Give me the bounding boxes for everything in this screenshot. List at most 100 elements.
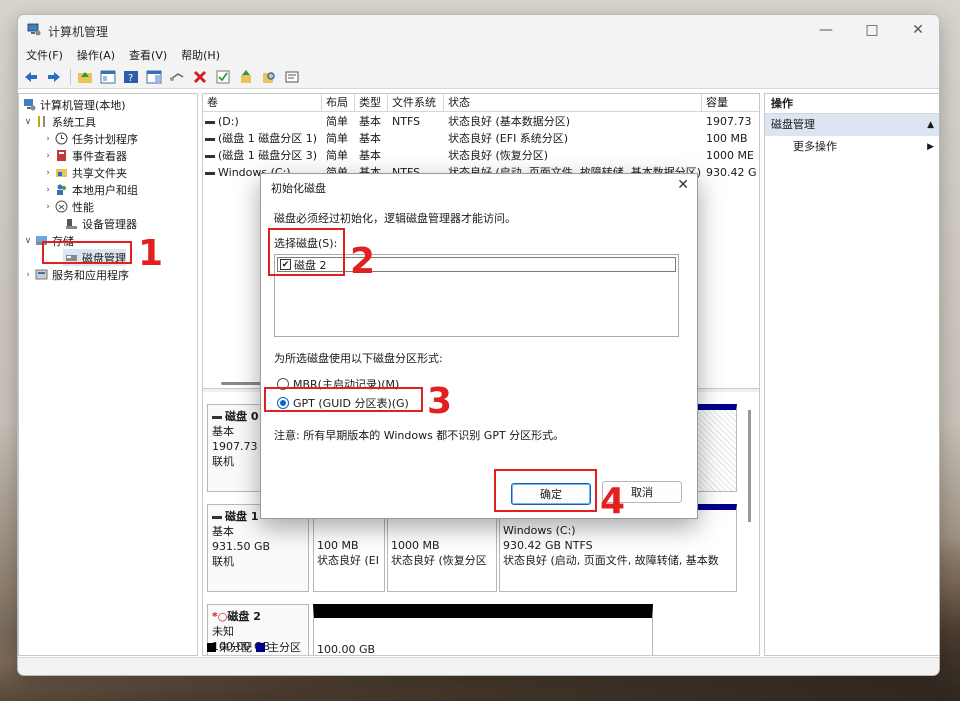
tree-item-system-tools[interactable]: ∨ 系统工具: [23, 113, 96, 130]
more-actions-item[interactable]: 更多操作 ▶: [765, 136, 939, 158]
window-title: 计算机管理: [48, 25, 109, 39]
partition-status: 状态良好 (恢复分区: [391, 554, 487, 567]
table-cell: 1907.73: [706, 115, 752, 128]
tree-item-device-manager[interactable]: 设备管理器: [63, 215, 137, 232]
column-header-layout[interactable]: 布局: [322, 94, 355, 112]
back-arrow-icon[interactable]: [22, 68, 40, 86]
toolbar-separator: [70, 68, 71, 85]
close-icon[interactable]: ✕: [677, 177, 689, 193]
search-icon[interactable]: [260, 68, 278, 86]
tree-label-event-viewer: 事件查看器: [72, 149, 127, 163]
partition-status: 状态良好 (启动, 页面文件, 故障转储, 基本数: [503, 554, 719, 567]
callout-number-4: 4: [600, 481, 626, 522]
computer-management-icon: [27, 23, 41, 36]
disk-icon: [212, 515, 222, 519]
toolbar: ?: [18, 65, 939, 89]
menu-view[interactable]: 查看(V): [129, 47, 167, 63]
close-window-button[interactable]: ✕: [895, 15, 939, 45]
dialog-intro-text: 磁盘必须经过初始化，逻辑磁盘管理器才能访问。: [274, 212, 516, 225]
tree-label-root: 计算机管理(本地): [40, 98, 126, 112]
table-cell: (D:): [218, 115, 239, 128]
chevron-right-icon: ▶: [927, 142, 934, 152]
chevron-right-icon[interactable]: ›: [43, 134, 53, 144]
connect-icon[interactable]: [168, 68, 186, 86]
collapse-up-icon[interactable]: ▲: [927, 114, 934, 136]
check-icon[interactable]: [214, 68, 232, 86]
column-header-filesystem[interactable]: 文件系统: [388, 94, 444, 112]
disk-2-unallocated[interactable]: 100.00 GB: [313, 604, 653, 656]
tree-item-shared-folders[interactable]: › 共享文件夹: [43, 164, 127, 181]
menu-file[interactable]: 文件(F): [26, 47, 63, 63]
forward-arrow-icon[interactable]: [45, 68, 63, 86]
delete-x-icon[interactable]: [191, 68, 209, 86]
partition-size: 1000 MB: [391, 539, 440, 552]
chevron-down-icon[interactable]: ∨: [23, 117, 33, 127]
chevron-right-icon[interactable]: ›: [43, 202, 53, 212]
unallocated-size: 100.00 GB: [317, 643, 376, 656]
maximize-button[interactable]: □: [849, 15, 895, 45]
status-bar: [18, 657, 939, 675]
column-header-capacity[interactable]: 容量: [702, 94, 759, 112]
tree-item-local-users[interactable]: › 本地用户和组: [43, 181, 138, 198]
performance-icon: [55, 200, 68, 213]
chevron-right-icon[interactable]: ›: [43, 168, 53, 178]
up-folder-icon[interactable]: [76, 68, 94, 86]
table-cell: 状态良好 (基本数据分区): [448, 115, 571, 128]
column-header-type[interactable]: 类型: [355, 94, 388, 112]
table-cell: 简单: [326, 132, 348, 145]
show-hide-pane-icon[interactable]: [145, 68, 163, 86]
table-cell: [392, 147, 442, 164]
tree-item-task-scheduler[interactable]: › 任务计划程序: [43, 130, 138, 147]
actions-pane: 操作 磁盘管理 ▲ 更多操作 ▶: [764, 93, 939, 656]
partition-size: 930.42 GB NTFS: [503, 539, 593, 552]
event-viewer-icon: [57, 150, 66, 161]
disk-name: 磁盘 0: [225, 410, 259, 423]
callout-number-3: 3: [427, 381, 453, 422]
help-icon[interactable]: ?: [122, 68, 140, 86]
tree-label-device-manager: 设备管理器: [82, 217, 137, 231]
table-cell: (磁盘 1 磁盘分区 1): [218, 132, 318, 145]
tree-item-performance[interactable]: › 性能: [43, 198, 94, 215]
table-cell: 100 MB: [706, 132, 748, 145]
dialog-title: 初始化磁盘: [271, 182, 326, 195]
chevron-down-icon[interactable]: ∨: [23, 236, 33, 246]
actions-section-disk-management[interactable]: 磁盘管理 ▲: [765, 114, 939, 136]
chevron-right-icon[interactable]: ›: [23, 270, 33, 280]
disk-type: 基本: [212, 425, 234, 438]
tree-label-shared-folders: 共享文件夹: [72, 166, 127, 180]
properties-icon[interactable]: [283, 68, 301, 86]
partition-style-label: 为所选磁盘使用以下磁盘分区形式:: [274, 352, 443, 365]
column-header-volume[interactable]: 卷: [203, 94, 322, 112]
vertical-scrollbar-thumb[interactable]: [748, 410, 751, 522]
shared-folder-icon: [56, 169, 67, 177]
legend-swatch-unallocated: [207, 642, 216, 652]
volume-icon: [205, 137, 215, 141]
title-bar: 计算机管理 — □ ✕: [18, 15, 939, 45]
minimize-button[interactable]: —: [803, 15, 849, 45]
chevron-right-icon[interactable]: ›: [43, 185, 53, 195]
system-tools-icon: [38, 116, 45, 127]
tree-label-task-scheduler: 任务计划程序: [72, 132, 138, 146]
tree-item-root[interactable]: 计算机管理(本地): [21, 96, 126, 113]
chevron-right-icon[interactable]: ›: [43, 151, 53, 161]
callout-number-2: 2: [350, 241, 376, 282]
volume-icon: [205, 171, 215, 175]
disk-type: 基本: [212, 525, 234, 538]
disk-not-initialized-icon: *○: [212, 610, 228, 623]
column-header-status[interactable]: 状态: [444, 94, 702, 112]
menu-help[interactable]: 帮助(H): [181, 47, 220, 63]
menu-action[interactable]: 操作(A): [77, 47, 115, 63]
callout-box-4: [494, 469, 597, 512]
tree-item-services[interactable]: › 服务和应用程序: [23, 266, 129, 283]
export-icon[interactable]: [237, 68, 255, 86]
tree-label-local-users: 本地用户和组: [72, 183, 138, 197]
console-tree-icon[interactable]: [99, 68, 117, 86]
callout-number-1: 1: [138, 233, 164, 274]
tree-item-event-viewer[interactable]: › 事件查看器: [43, 147, 127, 164]
callout-box-1: [42, 241, 132, 264]
tree-label-performance: 性能: [72, 200, 94, 214]
more-actions-label: 更多操作: [793, 140, 837, 153]
table-cell: [392, 130, 442, 147]
disk-state: 联机: [212, 555, 234, 568]
callout-box-2: [268, 228, 345, 276]
